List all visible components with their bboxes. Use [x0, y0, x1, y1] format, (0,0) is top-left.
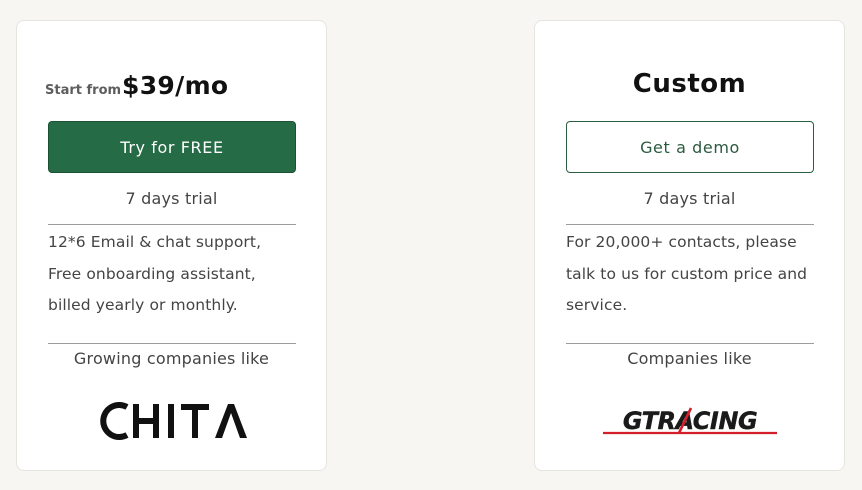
divider [566, 224, 814, 225]
description-line: For 20,000+ contacts, please [566, 233, 797, 251]
chita-logo [17, 401, 326, 441]
gtracing-logo-mark: GTRACING [602, 407, 777, 435]
description-line: billed yearly or monthly. [48, 296, 238, 314]
description-line: 12*6 Email & chat support, [48, 233, 262, 251]
description-line: service. [566, 296, 628, 314]
price-prefix: Start from [45, 83, 122, 98]
description-line: Free onboarding assistant, [48, 264, 256, 283]
get-demo-button[interactable]: Get a demo [566, 121, 814, 173]
divider [48, 224, 296, 225]
pricing-card-starter: Start from $39/mo Try for FREE 7 days tr… [16, 20, 327, 471]
plan-description: For 20,000+ contacts, please talk to us … [566, 227, 822, 322]
trial-label: 7 days trial [643, 189, 736, 208]
description-line: talk to us for custom price and [566, 264, 808, 283]
divider [566, 343, 814, 344]
try-free-button[interactable]: Try for FREE [48, 121, 296, 173]
pricing-card-custom: Custom Get a demo 7 days trial For 20,00… [534, 20, 845, 471]
trial-label: 7 days trial [125, 189, 218, 208]
price: $39/mo [122, 71, 229, 100]
chita-logo-mark [99, 402, 247, 440]
gtracing-logo: GTRACING [535, 402, 844, 438]
plan-title: Custom [632, 69, 747, 99]
plan-description: 12*6 Email & chat support, Free onboardi… [48, 227, 304, 322]
price-line: Start from $39/mo [45, 71, 228, 100]
divider [48, 343, 296, 344]
companies-label: Companies like [627, 349, 752, 368]
companies-label: Growing companies like [73, 349, 270, 368]
